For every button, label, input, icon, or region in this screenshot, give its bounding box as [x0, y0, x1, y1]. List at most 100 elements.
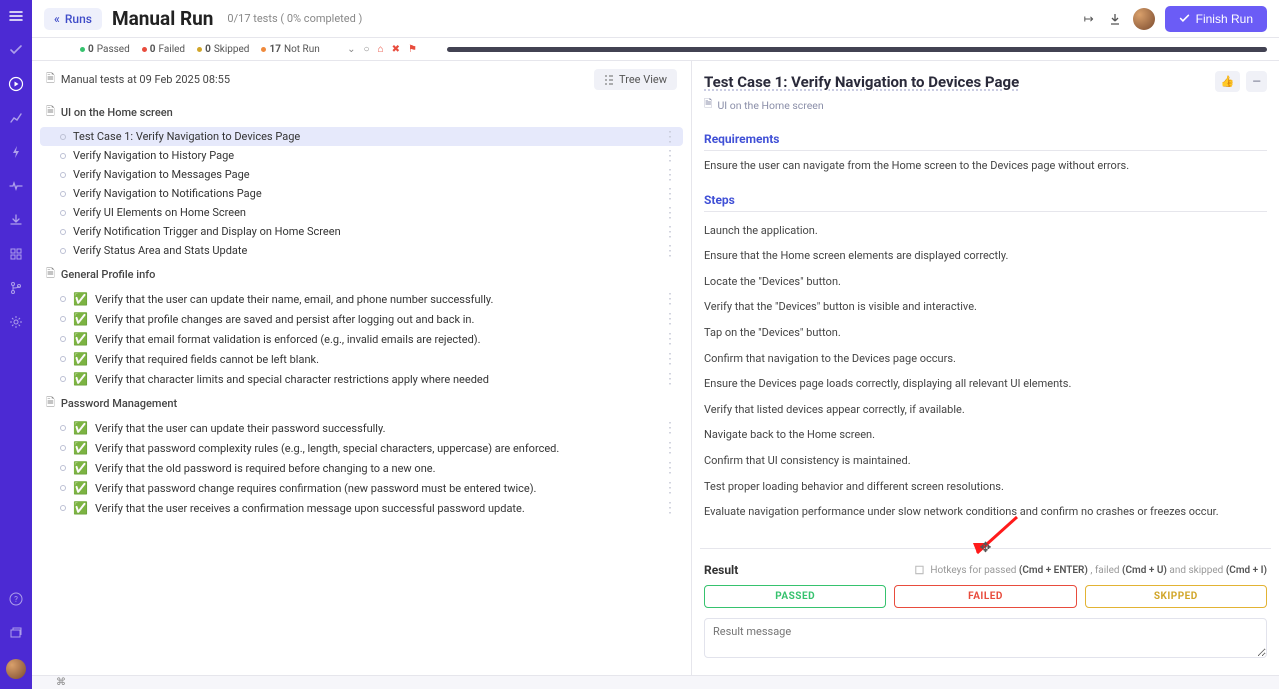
bolt-icon[interactable] [8, 144, 24, 160]
status-bullet [60, 248, 66, 254]
test-case-label: Verify that character limits and special… [95, 373, 656, 386]
group-title: UI on the Home screen [61, 106, 173, 119]
step-text: Tap on the "Devices" button. [704, 320, 1267, 346]
gear-icon[interactable] [8, 314, 24, 330]
result-title: Result [704, 563, 738, 577]
requirements-text: Ensure the user can navigate from the Ho… [704, 157, 1267, 175]
home-icon[interactable]: ⌂ [378, 44, 384, 55]
result-message-input[interactable] [704, 618, 1267, 658]
test-case-label: Verify Navigation to Messages Page [73, 168, 656, 181]
result-section: ✥ Result ☐ Hotkeys for passed (Cmd + ENT… [700, 548, 1271, 675]
test-tree: 🗎UI on the Home screenTest Case 1: Verif… [32, 98, 691, 675]
checkbox-checked-icon: ✅ [73, 501, 88, 515]
progress-meta: 0/17 tests ( 0% completed ) [227, 12, 362, 25]
import-icon[interactable] [8, 212, 24, 228]
status-bullet [60, 210, 66, 216]
circle-icon[interactable]: ○ [364, 44, 370, 55]
checkbox-checked-icon: ✅ [73, 461, 88, 475]
status-bullet [60, 134, 66, 140]
requirements-heading: Requirements [704, 126, 1267, 151]
status-bullet [60, 425, 66, 431]
pulse-icon[interactable] [8, 178, 24, 194]
test-case-row[interactable]: ✅ Verify that required fields cannot be l… [40, 349, 683, 369]
test-case-row[interactable]: ✅ Verify that profile changes are saved a… [40, 309, 683, 329]
user-avatar[interactable] [6, 659, 26, 679]
checkbox-checked-icon: ✅ [73, 352, 88, 366]
step-text: Navigate back to the Home screen. [704, 422, 1267, 448]
status-bullet [60, 465, 66, 471]
resize-handle-icon[interactable]: ✥ [980, 540, 992, 556]
grid-icon[interactable] [8, 246, 24, 262]
failed-button[interactable]: FAILED [894, 585, 1076, 608]
finish-label: Finish Run [1196, 12, 1253, 26]
test-case-label: Verify that profile changes are saved an… [95, 313, 656, 326]
tree-view-button[interactable]: Tree View [594, 69, 677, 90]
checkbox-checked-icon: ✅ [73, 332, 88, 346]
thumbs-up-button[interactable]: 👍 [1215, 71, 1241, 92]
check-icon[interactable] [8, 42, 24, 58]
test-case-row[interactable]: Verify Navigation to History Page⋮ [40, 146, 683, 165]
stat-passed: 0Passed [80, 44, 130, 55]
step-text: Evaluate navigation performance under sl… [704, 499, 1267, 525]
group-header[interactable]: 🗎UI on the Home screen [40, 98, 683, 127]
passed-button[interactable]: PASSED [704, 585, 886, 608]
test-case-row[interactable]: Verify Status Area and Stats Update⋮ [40, 241, 683, 260]
test-case-label: Verify that required fields cannot be le… [95, 353, 656, 366]
finish-run-button[interactable]: Finish Run [1165, 6, 1267, 32]
flag-icon[interactable]: ⚑ [408, 44, 417, 55]
header: « Runs Manual Run 0/17 tests ( 0% comple… [32, 0, 1279, 38]
test-case-label: Verify Notification Trigger and Display … [73, 225, 656, 238]
test-case-row[interactable]: Verify Notification Trigger and Display … [40, 222, 683, 241]
group-title: General Profile info [61, 268, 155, 281]
sidebar: ? [0, 0, 32, 689]
checkbox-checked-icon: ✅ [73, 292, 88, 306]
test-case-row[interactable]: ✅Verify that the user receives a confirm… [40, 498, 683, 518]
checkbox-icon[interactable]: ☐ [914, 564, 924, 577]
breadcrumb: 🗎 UI on the Home screen [700, 96, 1271, 120]
chart-icon[interactable] [8, 110, 24, 126]
doc-icon: 🗎 [46, 265, 55, 284]
collapse-button[interactable]: — [1246, 71, 1267, 92]
stat-notrun: 17Not Run [261, 44, 319, 55]
test-case-row[interactable]: ✅ Verify that character limits and specia… [40, 369, 683, 389]
menu-icon[interactable] [8, 8, 24, 24]
test-case-row[interactable]: ✅Verify that password change requires co… [40, 478, 683, 498]
play-icon[interactable] [8, 76, 24, 92]
skip-forward-icon[interactable]: ↦ [1081, 11, 1097, 27]
test-case-row[interactable]: ✅Verify that password complexity rules (… [40, 438, 683, 458]
test-case-row[interactable]: Test Case 1: Verify Navigation to Device… [40, 127, 683, 146]
test-case-label: Verify that the old password is required… [95, 462, 656, 475]
test-case-row[interactable]: ✅Verify that the user can update their p… [40, 418, 683, 438]
skipped-button[interactable]: SKIPPED [1085, 585, 1267, 608]
run-header: 🗎 Manual tests at 09 Feb 2025 08:55 Tree… [32, 61, 691, 98]
doc-icon: 🗎 [704, 96, 712, 114]
download-icon[interactable] [1107, 11, 1123, 27]
test-case-row[interactable]: Verify Navigation to Notifications Page⋮ [40, 184, 683, 203]
checkbox-checked-icon: ✅ [73, 312, 88, 326]
step-text: Ensure that the Home screen elements are… [704, 243, 1267, 269]
group-header[interactable]: 🗎Password Management [40, 389, 683, 418]
status-bullet [60, 153, 66, 159]
test-case-row[interactable]: ✅Verify that the user can update their n… [40, 289, 683, 309]
status-bullet [60, 229, 66, 235]
status-bullet [60, 316, 66, 322]
branch-icon[interactable] [8, 280, 24, 296]
group-header[interactable]: 🗎 General Profile info [40, 260, 683, 289]
bookmark-icon[interactable]: ✖ [392, 44, 400, 55]
stat-failed: 0Failed [142, 44, 185, 55]
back-to-runs-button[interactable]: « Runs [44, 8, 102, 30]
checkbox-checked-icon: ✅ [73, 372, 88, 386]
folders-icon[interactable] [8, 625, 24, 641]
chevron-left-icon: « [54, 12, 60, 26]
assignee-avatar[interactable] [1133, 8, 1155, 30]
check-icon [1179, 13, 1190, 24]
case-title: Test Case 1: Verify Navigation to Device… [704, 73, 1019, 91]
test-case-row[interactable]: ✅Verify that email format validation is … [40, 329, 683, 349]
help-icon[interactable]: ? [8, 591, 24, 607]
test-case-row[interactable]: ✅ Verify that the old password is require… [40, 458, 683, 478]
test-case-row[interactable]: Verify Navigation to Messages Page⋮ [40, 165, 683, 184]
group-title: Password Management [61, 397, 177, 410]
svg-text:?: ? [14, 595, 18, 604]
chevron-down-icon[interactable]: ⌄ [347, 44, 355, 55]
test-case-row[interactable]: Verify UI Elements on Home Screen⋮ [40, 203, 683, 222]
